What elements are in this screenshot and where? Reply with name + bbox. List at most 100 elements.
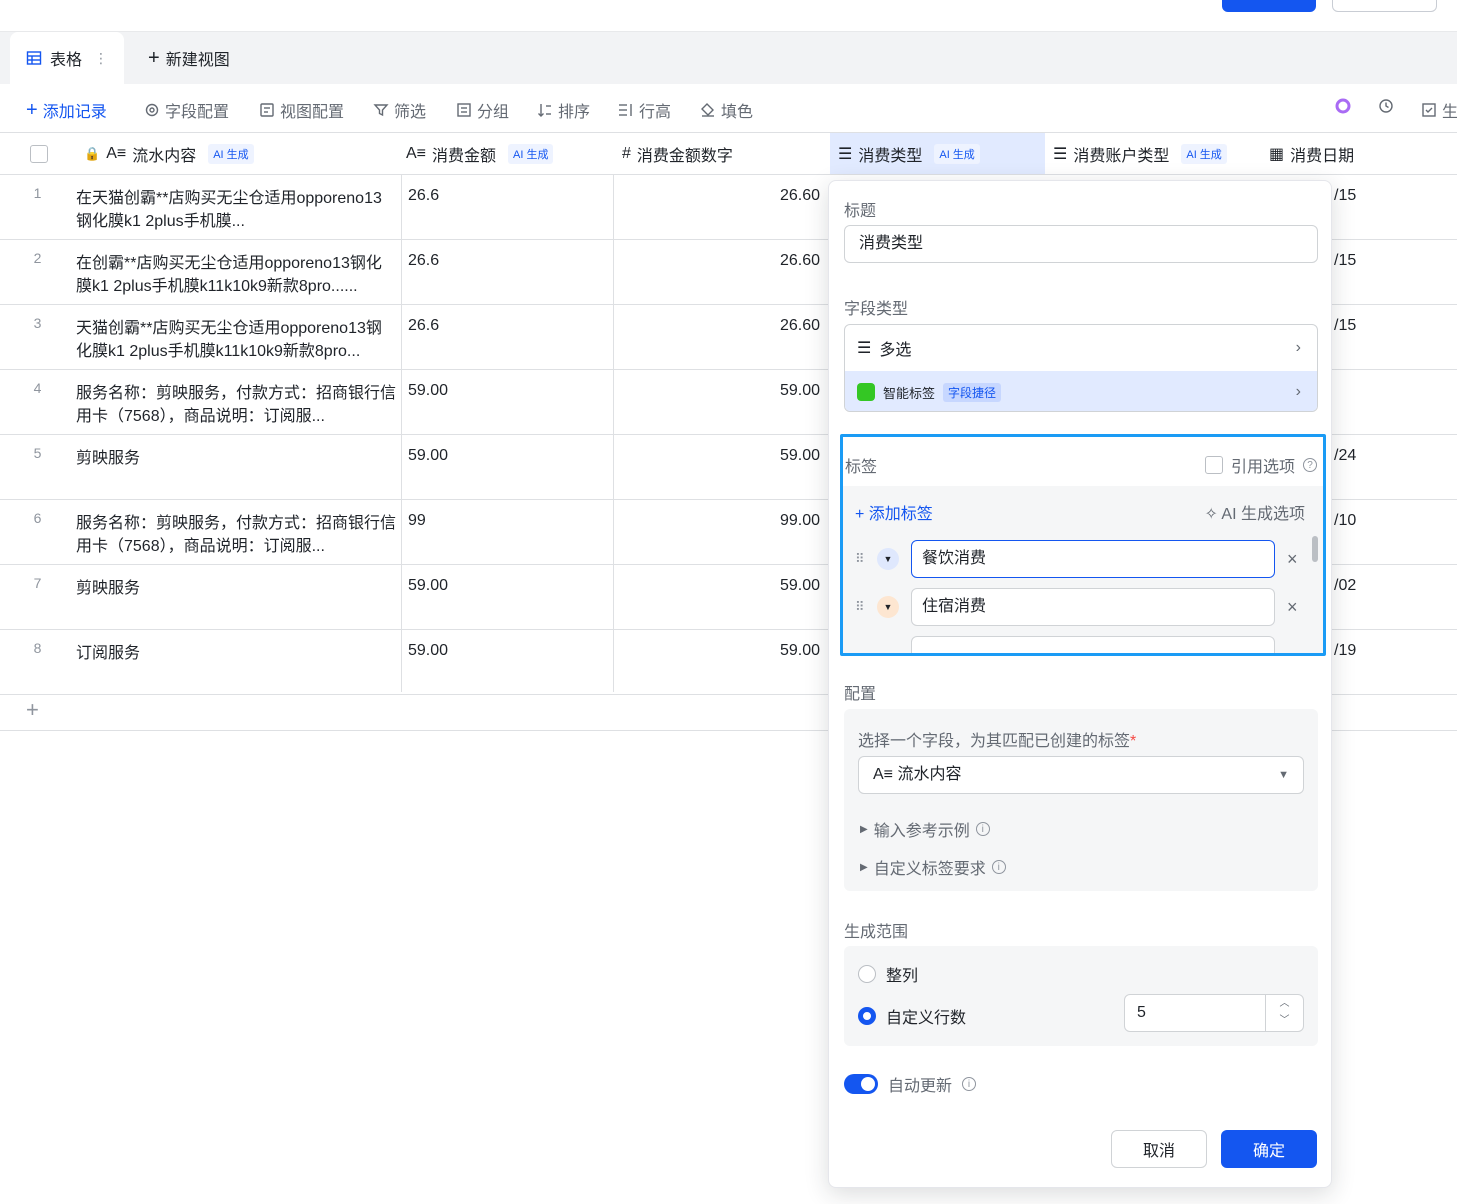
tag-color-picker[interactable]: ▼	[877, 596, 899, 618]
row-count-input[interactable]: 5 ︿ ﹀	[1124, 994, 1304, 1032]
tab-table[interactable]: 表格 ⋮	[10, 32, 124, 84]
amount-number-cell[interactable]: 59.00	[614, 370, 826, 434]
toolbar: + 添加记录 字段配置 视图配置 筛选 分组 排序 行高 填色 生	[0, 84, 1457, 132]
field-type-multi-select[interactable]: ☰ 多选 ›	[845, 325, 1317, 371]
close-icon[interactable]: ×	[1287, 597, 1298, 618]
history-button[interactable]	[1378, 98, 1394, 114]
column-header-amount[interactable]: A≡ 消费金额 AI 生成	[402, 132, 614, 175]
share-button[interactable]	[1222, 0, 1316, 12]
source-field-select[interactable]: A≡ 流水内容 ▼	[858, 756, 1304, 794]
cancel-button[interactable]: 取消	[1111, 1130, 1207, 1168]
content-cell[interactable]: 订阅服务	[76, 630, 396, 694]
view-tab-bar: 表格 ⋮ + 新建视图	[0, 32, 1457, 84]
date-cell[interactable]: /15	[1330, 240, 1450, 304]
field-type-selector: ☰ 多选 › 智能标签 字段捷径 ›	[844, 324, 1318, 412]
smart-tag-option[interactable]: 智能标签 字段捷径 ›	[845, 371, 1317, 411]
column-header-date[interactable]: ▦ 消费日期	[1261, 132, 1457, 175]
date-cell[interactable]: /02	[1330, 565, 1450, 629]
generate-button[interactable]: 生	[1421, 98, 1457, 122]
content-cell[interactable]: 在天猫创霸**店购买无尘仓适用opporeno13钢化膜k1 2plus手机膜.…	[76, 175, 396, 239]
help-icon[interactable]: ?	[1303, 458, 1317, 472]
chevron-down-icon[interactable]: ﹀	[1266, 1012, 1303, 1029]
radio-button[interactable]	[858, 965, 876, 983]
column-name: 消费类型	[858, 147, 923, 165]
new-view-button[interactable]: + 新建视图	[148, 46, 230, 70]
tag-item: ⠿ ▼ 住宿消费 ×	[855, 587, 1305, 627]
ref-option-toggle[interactable]: 引用选项 ?	[1204, 453, 1317, 477]
amount-cell[interactable]: 26.6	[402, 305, 612, 369]
ai-ring-icon	[1335, 98, 1351, 114]
view-config-button[interactable]: 视图配置	[259, 98, 344, 122]
ai-generate-options-button[interactable]: ✧ AI 生成选项	[1204, 500, 1305, 524]
sort-icon	[538, 104, 551, 117]
range-custom-radio[interactable]: 自定义行数	[858, 1004, 966, 1028]
column-header-amount-number[interactable]: # 消费金额数字	[614, 132, 830, 175]
amount-number-cell[interactable]: 99.00	[614, 500, 826, 564]
amount-cell[interactable]: 26.6	[402, 175, 612, 239]
date-cell[interactable]: /10	[1330, 500, 1450, 564]
range-full-radio[interactable]: 整列	[858, 962, 918, 986]
content-cell[interactable]: 服务名称：剪映服务，付款方式：招商银行信用卡（7568），商品说明：订阅服...	[76, 370, 396, 434]
close-icon[interactable]: ×	[1287, 549, 1298, 570]
title-input[interactable]: 消费类型	[844, 225, 1318, 263]
amount-number-cell[interactable]: 26.60	[614, 240, 826, 304]
amount-number-cell[interactable]: 26.60	[614, 305, 826, 369]
ref-example-expander[interactable]: ▶ 输入参考示例 i	[860, 817, 990, 841]
amount-cell[interactable]: 59.00	[402, 565, 612, 629]
top-action-button[interactable]	[1332, 0, 1437, 12]
drag-handle-icon[interactable]: ⠿	[855, 551, 877, 567]
content-cell[interactable]: 剪映服务	[76, 435, 396, 499]
column-header-account-type[interactable]: ☰ 消费账户类型 AI 生成	[1045, 132, 1261, 175]
amount-cell[interactable]: 59.00	[402, 435, 612, 499]
date-cell[interactable]: /19	[1330, 630, 1450, 694]
drag-handle-icon[interactable]: ⠿	[855, 599, 877, 615]
sort-button[interactable]: 排序	[537, 98, 590, 122]
content-cell[interactable]: 天猫创霸**店购买无尘仓适用opporeno13钢化膜k1 2plus手机膜k1…	[76, 305, 396, 369]
custom-req-expander[interactable]: ▶ 自定义标签要求 i	[860, 855, 1006, 879]
add-tag-button[interactable]: + 添加标签	[855, 500, 933, 524]
select-all-header[interactable]	[0, 132, 76, 175]
tag-input[interactable]	[911, 636, 1275, 653]
auto-update-toggle[interactable]: 自动更新 i	[844, 1072, 977, 1096]
amount-cell[interactable]: 26.6	[402, 240, 612, 304]
stepper[interactable]: ︿ ﹀	[1265, 995, 1303, 1031]
filter-button[interactable]: 筛选	[373, 98, 426, 122]
amount-number-cell[interactable]: 59.00	[614, 435, 826, 499]
date-cell[interactable]: /24	[1330, 435, 1450, 499]
ref-option-checkbox[interactable]	[1204, 456, 1223, 474]
amount-cell[interactable]: 59.00	[402, 370, 612, 434]
select-all-checkbox[interactable]	[30, 144, 48, 163]
tag-input[interactable]: 住宿消费	[911, 588, 1275, 626]
group-button[interactable]: 分组	[456, 98, 509, 122]
scrollbar[interactable]	[1312, 536, 1318, 562]
content-cell[interactable]: 服务名称：剪映服务，付款方式：招商银行信用卡（7568），商品说明：订阅服...	[76, 500, 396, 564]
chevron-up-icon[interactable]: ︿	[1266, 995, 1303, 1012]
date-cell[interactable]: /15	[1330, 305, 1450, 369]
multi-select-icon: ☰	[1053, 145, 1068, 163]
view-config-icon	[260, 103, 274, 117]
more-icon[interactable]: ⋮	[94, 50, 108, 67]
confirm-button[interactable]: 确定	[1221, 1130, 1317, 1168]
field-config-button[interactable]: 字段配置	[144, 98, 229, 122]
row-height-button[interactable]: 行高	[618, 98, 671, 122]
toggle-switch[interactable]	[844, 1074, 878, 1094]
tag-input[interactable]: 餐饮消费	[911, 540, 1275, 578]
amount-cell[interactable]: 99	[402, 500, 612, 564]
column-header-content[interactable]: 🔒 A≡ 流水内容 AI 生成	[76, 132, 402, 175]
date-cell[interactable]: /15	[1330, 175, 1450, 239]
date-cell[interactable]	[1330, 370, 1450, 434]
ai-assistant-button[interactable]	[1335, 98, 1351, 114]
fill-color-button[interactable]: 填色	[700, 98, 753, 122]
amount-number-cell[interactable]: 26.60	[614, 175, 826, 239]
amount-number-cell[interactable]: 59.00	[614, 565, 826, 629]
content-cell[interactable]: 剪映服务	[76, 565, 396, 629]
content-cell[interactable]: 在创霸**店购买无尘仓适用opporeno13钢化膜k1 2plus手机膜k11…	[76, 240, 396, 304]
radio-button[interactable]	[858, 1007, 876, 1025]
tag-color-picker[interactable]: ▼	[877, 548, 899, 570]
amount-cell[interactable]: 59.00	[402, 630, 612, 694]
add-record-button[interactable]: + 添加记录	[26, 98, 107, 122]
info-icon: i	[962, 1077, 977, 1091]
amount-number-cell[interactable]: 59.00	[614, 630, 826, 694]
ai-badge: AI 生成	[508, 143, 554, 164]
column-header-type[interactable]: ☰ 消费类型 AI 生成	[830, 132, 1045, 175]
